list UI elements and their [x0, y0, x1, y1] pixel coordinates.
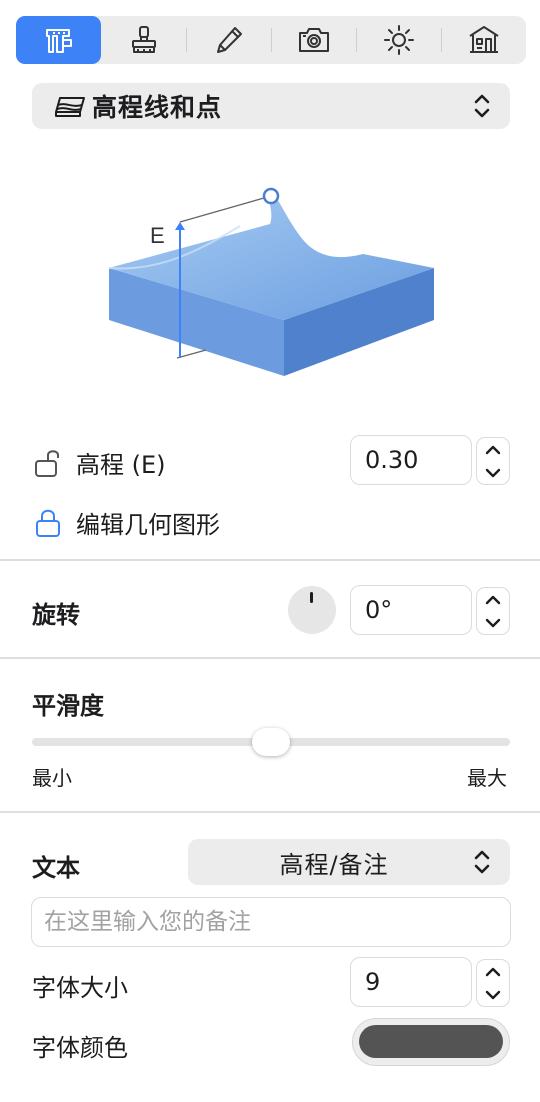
smoothness-max-label: 最大	[467, 766, 507, 790]
sun-icon	[383, 25, 414, 55]
chevron-up-down-icon	[474, 94, 490, 118]
font-color-swatch	[359, 1025, 503, 1058]
unlocked-padlock-icon[interactable]	[34, 447, 68, 479]
divider	[0, 559, 540, 561]
font-size-stepper[interactable]	[476, 959, 510, 1007]
mode-dropdown[interactable]: 高程线和点	[32, 83, 510, 129]
font-size-field[interactable]: 9	[350, 957, 472, 1007]
font-size-label: 字体大小	[32, 974, 128, 1002]
chevron-up-icon[interactable]	[483, 443, 503, 457]
dial-indicator	[310, 592, 313, 603]
smoothness-min-label: 最小	[32, 766, 72, 790]
rotation-label: 旋转	[32, 601, 80, 629]
smoothness-slider-thumb[interactable]	[252, 728, 290, 756]
font-color-label: 字体颜色	[32, 1034, 128, 1062]
chevron-up-icon[interactable]	[483, 965, 503, 979]
text-type-dropdown[interactable]: 高程/备注	[188, 839, 510, 885]
rotation-stepper[interactable]	[476, 587, 510, 635]
stamp-tool-button[interactable]	[101, 16, 187, 64]
caliper-icon	[45, 29, 72, 53]
chevron-up-icon[interactable]	[483, 593, 503, 607]
measure-tool-button[interactable]	[16, 16, 101, 64]
terrain-layers-icon	[55, 97, 85, 117]
smoothness-label: 平滑度	[32, 692, 104, 720]
rotation-dial[interactable]	[288, 586, 336, 634]
edit-geometry-label: 编辑几何图形	[76, 511, 220, 539]
building-tool-button[interactable]	[441, 16, 526, 64]
peak-handle[interactable]	[262, 187, 280, 205]
sun-tool-button[interactable]	[356, 16, 442, 64]
chevron-down-icon[interactable]	[483, 466, 503, 480]
elevation-label: 高程 (E)	[76, 451, 166, 479]
font-color-well[interactable]	[352, 1018, 510, 1066]
chevron-down-icon[interactable]	[483, 616, 503, 630]
elevation-stepper[interactable]	[476, 437, 510, 485]
padlock-icon	[36, 509, 60, 537]
edit-geometry-row[interactable]: 编辑几何图形	[34, 505, 220, 540]
elevation-field[interactable]: 0.30	[350, 435, 472, 485]
divider	[0, 811, 540, 813]
text-label: 文本	[32, 854, 80, 882]
rotation-field[interactable]: 0°	[350, 585, 472, 635]
pencil-icon	[216, 27, 242, 53]
building-icon	[468, 26, 499, 53]
stamp-icon	[131, 26, 156, 53]
camera-tool-button[interactable]	[271, 16, 357, 64]
camera-icon	[298, 28, 329, 52]
pencil-tool-button[interactable]	[186, 16, 272, 64]
chevron-down-icon[interactable]	[483, 988, 503, 1002]
tool-toolbar	[16, 16, 526, 64]
note-input[interactable]	[31, 897, 511, 947]
elevation-axis-label: E	[150, 223, 165, 248]
text-type-label: 高程/备注	[279, 850, 389, 879]
elevation-row: 高程 (E)	[34, 445, 166, 480]
divider	[0, 657, 540, 659]
terrain-illustration: E	[108, 187, 434, 376]
chevron-up-down-icon	[474, 850, 490, 874]
mode-dropdown-label: 高程线和点	[92, 93, 223, 122]
